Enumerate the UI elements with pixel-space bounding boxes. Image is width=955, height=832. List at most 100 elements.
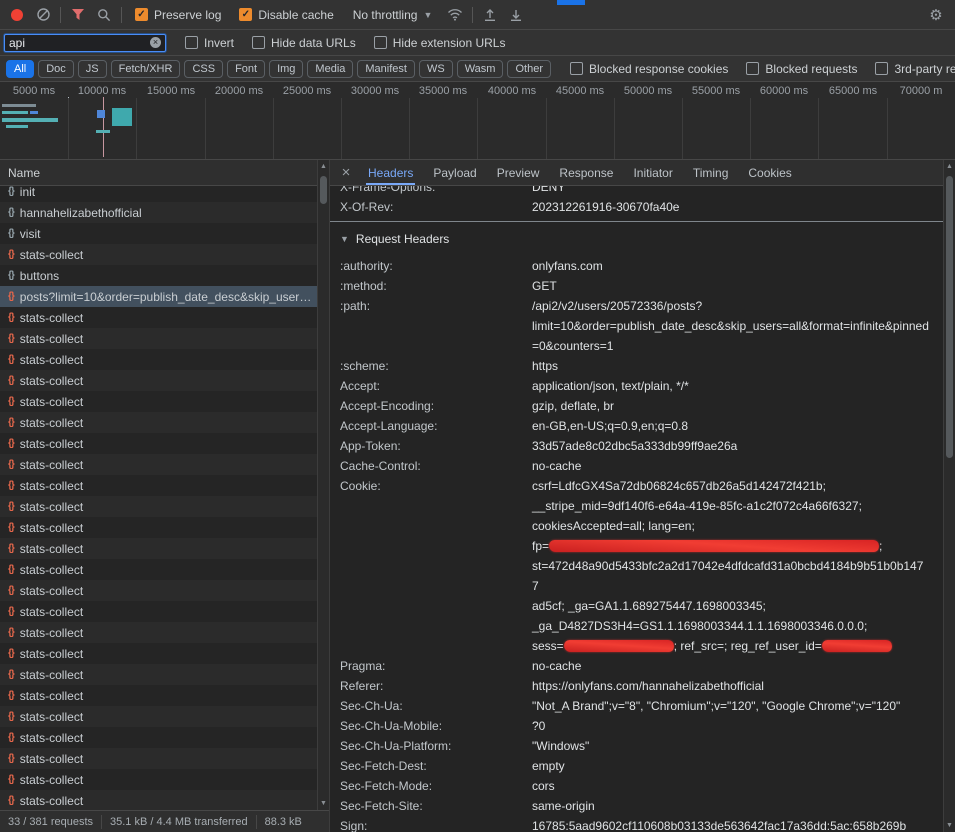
script-icon: {} bbox=[8, 585, 14, 596]
close-details-button[interactable]: × bbox=[334, 164, 358, 181]
request-row[interactable]: {}stats-collect bbox=[0, 727, 329, 748]
request-row[interactable]: {}init bbox=[0, 186, 329, 202]
request-row[interactable]: {}buttons bbox=[0, 265, 329, 286]
tab-preview[interactable]: Preview bbox=[487, 160, 550, 185]
scroll-up-icon[interactable]: ▲ bbox=[944, 163, 955, 170]
script-icon: {} bbox=[8, 186, 14, 197]
clear-button[interactable] bbox=[30, 3, 56, 27]
type-chip-wasm[interactable]: Wasm bbox=[457, 60, 504, 78]
settings-button[interactable]: ⚙ bbox=[923, 3, 949, 27]
header-name: App-Token: bbox=[340, 436, 532, 456]
request-row[interactable]: {}stats-collect bbox=[0, 517, 329, 538]
request-row[interactable]: {}stats-collect bbox=[0, 580, 329, 601]
request-row[interactable]: {}stats-collect bbox=[0, 370, 329, 391]
script-icon: {} bbox=[8, 228, 14, 239]
3rd-party-requests-checkbox[interactable] bbox=[875, 62, 888, 75]
request-name: buttons bbox=[20, 269, 315, 283]
request-row[interactable]: {}stats-collect bbox=[0, 643, 329, 664]
timeline-tick-label: 60000 ms bbox=[750, 85, 818, 97]
headers-pane: X-Frame-Options:DENYX-Of-Rev:20231226191… bbox=[330, 186, 943, 832]
disable-cache-checkbox[interactable] bbox=[239, 8, 252, 21]
tab-payload[interactable]: Payload bbox=[423, 160, 486, 185]
clear-filter-icon[interactable]: × bbox=[150, 37, 161, 48]
request-row[interactable]: {}stats-collect bbox=[0, 601, 329, 622]
request-row[interactable]: {}stats-collect bbox=[0, 685, 329, 706]
request-row[interactable]: {}stats-collect bbox=[0, 244, 329, 265]
request-row[interactable]: {}stats-collect bbox=[0, 328, 329, 349]
request-row[interactable]: {}visit bbox=[0, 223, 329, 244]
request-row[interactable]: {}stats-collect bbox=[0, 433, 329, 454]
request-row[interactable]: {}stats-collect bbox=[0, 475, 329, 496]
invert-checkbox[interactable] bbox=[185, 36, 198, 49]
request-list-scrollbar[interactable]: ▲ ▼ bbox=[317, 160, 329, 810]
network-conditions-button[interactable] bbox=[442, 3, 468, 27]
script-icon: {} bbox=[8, 690, 14, 701]
type-chip-ws[interactable]: WS bbox=[419, 60, 453, 78]
scroll-down-icon[interactable]: ▼ bbox=[944, 822, 955, 829]
tab-initiator[interactable]: Initiator bbox=[623, 160, 682, 185]
tab-headers[interactable]: Headers bbox=[358, 160, 423, 185]
type-chip-media[interactable]: Media bbox=[307, 60, 353, 78]
blocked-requests-checkbox[interactable] bbox=[746, 62, 759, 75]
request-row[interactable]: {}stats-collect bbox=[0, 559, 329, 580]
request-name: stats-collect bbox=[20, 500, 315, 514]
details-scrollbar[interactable]: ▲ ▼ bbox=[943, 160, 955, 832]
header-name: Cache-Control: bbox=[340, 456, 532, 476]
filter-button[interactable] bbox=[65, 3, 91, 27]
request-row[interactable]: {}stats-collect bbox=[0, 412, 329, 433]
request-row[interactable]: {}posts?limit=10&order=publish_date_desc… bbox=[0, 286, 329, 307]
throttling-dropdown[interactable]: No throttling ▼ bbox=[353, 8, 433, 22]
tab-cookies[interactable]: Cookies bbox=[738, 160, 801, 185]
network-filter-input[interactable] bbox=[5, 36, 150, 50]
request-row[interactable]: {}stats-collect bbox=[0, 538, 329, 559]
script-icon: {} bbox=[8, 459, 14, 470]
request-row[interactable]: {}stats-collect bbox=[0, 454, 329, 475]
request-row[interactable]: {}stats-collect bbox=[0, 664, 329, 685]
request-row[interactable]: {}stats-collect bbox=[0, 349, 329, 370]
type-chip-img[interactable]: Img bbox=[269, 60, 303, 78]
request-row[interactable]: {}stats-collect bbox=[0, 769, 329, 790]
request-row[interactable]: {}stats-collect bbox=[0, 748, 329, 769]
request-row[interactable]: {}stats-collect bbox=[0, 307, 329, 328]
type-chip-fetch-xhr[interactable]: Fetch/XHR bbox=[111, 60, 181, 78]
hide-extension-urls-checkbox[interactable] bbox=[374, 36, 387, 49]
type-chip-all[interactable]: All bbox=[6, 60, 34, 78]
type-chip-other[interactable]: Other bbox=[507, 60, 551, 78]
tab-response[interactable]: Response bbox=[549, 160, 623, 185]
tab-timing[interactable]: Timing bbox=[683, 160, 739, 185]
type-chip-js[interactable]: JS bbox=[78, 60, 107, 78]
search-button[interactable] bbox=[91, 3, 117, 27]
script-icon: {} bbox=[8, 606, 14, 617]
scrollbar-thumb[interactable] bbox=[946, 176, 953, 458]
type-chip-css[interactable]: CSS bbox=[184, 60, 223, 78]
script-icon: {} bbox=[8, 627, 14, 638]
request-name: stats-collect bbox=[20, 311, 315, 325]
export-har-button[interactable] bbox=[477, 3, 503, 27]
type-chip-font[interactable]: Font bbox=[227, 60, 265, 78]
name-column-header[interactable]: Name bbox=[0, 160, 329, 186]
type-filter-bar: AllDocJSFetch/XHRCSSFontImgMediaManifest… bbox=[0, 56, 955, 82]
record-button[interactable] bbox=[4, 3, 30, 27]
script-icon: {} bbox=[8, 711, 14, 722]
network-toolbar: Preserve log Disable cache No throttling… bbox=[0, 0, 955, 30]
preserve-log-checkbox[interactable] bbox=[135, 8, 148, 21]
hide-data-urls-checkbox[interactable] bbox=[252, 36, 265, 49]
type-chip-manifest[interactable]: Manifest bbox=[357, 60, 415, 78]
blocked-response-cookies-checkbox[interactable] bbox=[570, 62, 583, 75]
header-value: ?0 bbox=[532, 716, 943, 736]
scroll-down-icon[interactable]: ▼ bbox=[318, 800, 329, 807]
header-name: Accept-Language: bbox=[340, 416, 532, 436]
scroll-up-icon[interactable]: ▲ bbox=[318, 163, 329, 170]
request-row[interactable]: {}stats-collect bbox=[0, 391, 329, 412]
request-row[interactable]: {}stats-collect bbox=[0, 706, 329, 727]
request-row[interactable]: {}stats-collect bbox=[0, 622, 329, 643]
request-row[interactable]: {}stats-collect bbox=[0, 790, 329, 810]
request-row[interactable]: {}hannahelizabethofficial bbox=[0, 202, 329, 223]
scrollbar-thumb[interactable] bbox=[320, 176, 327, 204]
timeline-ruler[interactable]: 5000 ms10000 ms15000 ms20000 ms25000 ms3… bbox=[0, 82, 955, 160]
request-row[interactable]: {}stats-collect bbox=[0, 496, 329, 517]
request-headers-section[interactable]: ▼ Request Headers bbox=[340, 222, 943, 256]
request-list: {}init{}hannahelizabethofficial{}visit{}… bbox=[0, 186, 329, 810]
import-har-button[interactable] bbox=[503, 3, 529, 27]
type-chip-doc[interactable]: Doc bbox=[38, 60, 74, 78]
